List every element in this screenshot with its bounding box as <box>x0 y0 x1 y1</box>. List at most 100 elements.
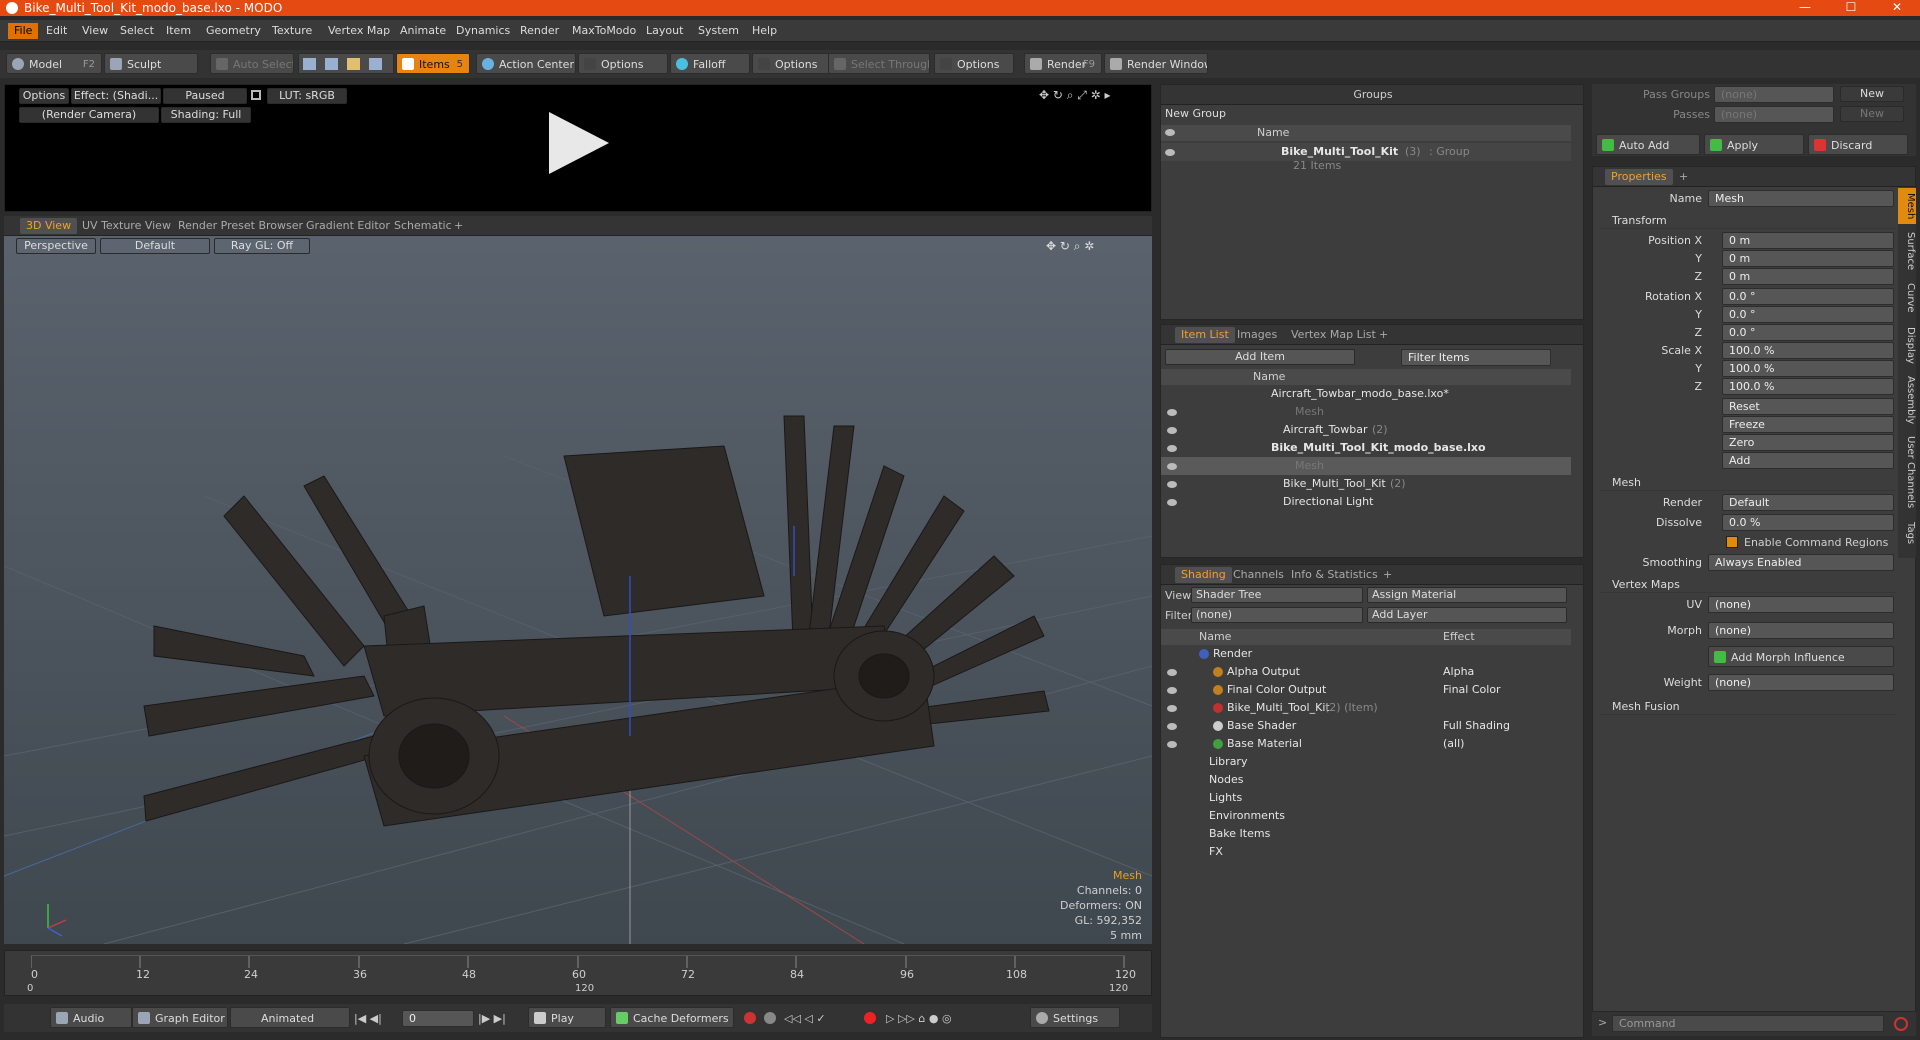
group-row[interactable]: Bike_Multi_Tool_Kit (3) : Group <box>1161 143 1571 161</box>
auto-add-button[interactable]: Auto Add <box>1596 134 1700 155</box>
model-mode-button[interactable]: Model F2 <box>6 53 102 74</box>
render-button[interactable]: Render F9 <box>1024 53 1102 74</box>
tab-channels[interactable]: Channels <box>1227 567 1290 583</box>
tab-shading[interactable]: Shading <box>1175 567 1232 583</box>
shader-tree-row[interactable]: Base Material (all) <box>1161 735 1571 753</box>
timeline[interactable]: 0 12 24 36 48 60 72 84 96 108 120 0 120 … <box>4 950 1152 996</box>
menu-view[interactable]: View <box>76 23 114 39</box>
audio-button[interactable]: Audio <box>50 1007 132 1028</box>
add-item-dropdown[interactable]: Add Item <box>1165 349 1355 365</box>
pass-groups-dropdown[interactable]: (none) <box>1714 86 1834 103</box>
side-tab-assembly[interactable]: Assembly <box>1898 372 1916 428</box>
position-z-field[interactable]: 0 m <box>1722 268 1894 285</box>
lock-icon[interactable] <box>251 90 261 100</box>
reset-dropdown[interactable]: Reset <box>1722 398 1894 415</box>
select-through-button[interactable]: Select Through <box>828 53 930 74</box>
tab-info-statistics[interactable]: Info & Statistics <box>1285 567 1384 583</box>
edge-mode-icon[interactable] <box>325 58 338 70</box>
visibility-icon[interactable] <box>1167 687 1177 694</box>
select-options-button[interactable]: Options <box>934 53 1014 74</box>
visibility-icon[interactable] <box>1167 409 1177 416</box>
position-x-field[interactable]: 0 m <box>1722 232 1894 249</box>
menu-vertex-map[interactable]: Vertex Map <box>322 23 396 39</box>
add-morph-influence-button[interactable]: Add Morph Influence <box>1708 646 1894 667</box>
menu-select[interactable]: Select <box>114 23 160 39</box>
tab-images[interactable]: Images <box>1231 327 1283 343</box>
preview-options-button[interactable]: Options <box>19 88 69 104</box>
tab-vertex-map-list[interactable]: Vertex Map List <box>1285 327 1382 343</box>
morph-dropdown[interactable]: (none) <box>1708 622 1894 639</box>
falloff-options-button[interactable]: Options <box>752 53 832 74</box>
shader-tree-row[interactable]: Final Color Output Final Color <box>1161 681 1571 699</box>
auto-select-button[interactable]: Auto Select <box>210 53 294 74</box>
side-tab-user-channels[interactable]: User Channels <box>1898 432 1916 512</box>
menu-layout[interactable]: Layout <box>640 23 689 39</box>
visibility-icon[interactable] <box>1167 481 1177 488</box>
add-tab-button[interactable]: + <box>1377 567 1398 583</box>
current-frame-field[interactable]: 0 <box>402 1010 474 1027</box>
filter-dropdown[interactable]: (none) <box>1191 607 1363 623</box>
shader-tree-row[interactable]: Bike_Multi_Tool_Kit (2) (Item) <box>1161 699 1571 717</box>
tab-render-preset-browser[interactable]: Render Preset Browser <box>172 218 309 234</box>
uv-dropdown[interactable]: (none) <box>1708 596 1894 613</box>
scale-x-field[interactable]: 100.0 % <box>1722 342 1894 359</box>
rotation-x-field[interactable]: 0.0 ° <box>1722 288 1894 305</box>
view-style-dropdown[interactable]: Default <box>100 238 210 254</box>
side-tab-curve[interactable]: Curve <box>1898 278 1916 318</box>
vertex-mode-icon[interactable] <box>303 58 316 70</box>
add-dropdown[interactable]: Add <box>1722 452 1894 469</box>
visibility-icon[interactable] <box>1167 445 1177 452</box>
filter-items-field[interactable]: Filter Items <box>1401 349 1551 366</box>
menu-geometry[interactable]: Geometry <box>200 23 267 39</box>
weight-dropdown[interactable]: (none) <box>1708 674 1894 691</box>
menu-render[interactable]: Render <box>514 23 565 39</box>
side-tab-surface[interactable]: Surface <box>1898 228 1916 274</box>
perspective-dropdown[interactable]: Perspective <box>16 238 96 254</box>
menu-texture[interactable]: Texture <box>266 23 318 39</box>
item-list-row[interactable]: Mesh <box>1161 403 1571 421</box>
graph-editor-button[interactable]: Graph Editor <box>132 1007 228 1028</box>
tab-uv-texture-view[interactable]: UV Texture View <box>76 218 177 234</box>
apply-button[interactable]: Apply <box>1704 134 1804 155</box>
menu-edit[interactable]: Edit <box>40 23 73 39</box>
visibility-icon[interactable] <box>1167 741 1177 748</box>
layer-effect[interactable]: Final Color <box>1443 681 1501 699</box>
transform-section[interactable]: Transform <box>1600 212 1896 229</box>
freeze-dropdown[interactable]: Freeze <box>1722 416 1894 433</box>
menu-file[interactable]: File <box>8 23 39 39</box>
mesh-section[interactable]: Mesh <box>1600 474 1896 491</box>
skip-next-icons[interactable]: |▶ ▶| <box>478 1010 528 1026</box>
shader-tree-row[interactable]: Alpha Output Alpha <box>1161 663 1571 681</box>
tab-properties[interactable]: Properties <box>1605 169 1673 185</box>
shader-tree-row[interactable]: Lights <box>1161 789 1571 807</box>
preview-paused-button[interactable]: Paused <box>163 88 247 104</box>
menu-maxtomodo[interactable]: MaxToModo <box>566 23 642 39</box>
play-button[interactable]: Play <box>528 1007 606 1028</box>
record-command-icon[interactable] <box>1894 1017 1908 1031</box>
items-mode-button[interactable]: Items 5 <box>396 53 470 74</box>
lut-dropdown[interactable]: LUT: sRGB <box>267 88 347 104</box>
play-preview-icon[interactable] <box>545 108 615 178</box>
add-tab-button[interactable]: + <box>1673 169 1694 185</box>
menu-system[interactable]: System <box>692 23 745 39</box>
smoothing-dropdown[interactable]: Always Enabled <box>1708 554 1894 571</box>
menu-help[interactable]: Help <box>746 23 783 39</box>
item-list-row[interactable]: Aircraft_Towbar (2) <box>1161 421 1571 439</box>
item-list-row[interactable]: Bike_Multi_Tool_Kit_modo_base.lxo <box>1161 439 1571 457</box>
falloff-button[interactable]: Falloff <box>670 53 750 74</box>
item-list-row[interactable]: Bike_Multi_Tool_Kit (2) <box>1161 475 1571 493</box>
shading-dropdown[interactable]: Shading: Full <box>161 107 251 123</box>
shader-tree-row[interactable]: Bake Items <box>1161 825 1571 843</box>
item-list-row[interactable]: Aircraft_Towbar_modo_base.lxo* <box>1161 385 1571 403</box>
enable-command-regions-checkbox[interactable] <box>1726 536 1738 548</box>
tab-item-list[interactable]: Item List <box>1175 327 1235 343</box>
new-pass-group-button[interactable]: New <box>1840 86 1904 102</box>
settings-button[interactable]: Settings <box>1030 1007 1120 1028</box>
side-tab-display[interactable]: Display <box>1898 322 1916 368</box>
menu-dynamics[interactable]: Dynamics <box>450 23 516 39</box>
render-window-button[interactable]: Render Window <box>1104 53 1208 74</box>
tab-3d-view[interactable]: 3D View <box>20 218 78 234</box>
visibility-icon[interactable] <box>1167 705 1177 712</box>
shader-tree-row[interactable]: Render <box>1161 645 1571 663</box>
visibility-icon[interactable] <box>1165 149 1175 156</box>
